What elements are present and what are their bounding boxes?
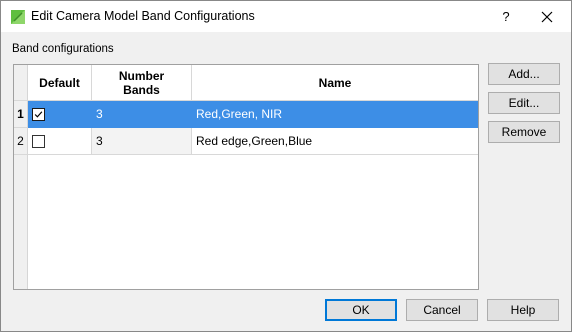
remove-button[interactable]: Remove <box>488 121 560 143</box>
column-header-number-bands[interactable]: Number Bands <box>92 65 192 101</box>
table-corner[interactable] <box>14 65 28 101</box>
window-title: Edit Camera Model Band Configurations <box>31 9 255 23</box>
default-cell[interactable] <box>28 101 92 128</box>
number-bands-cell[interactable]: 3 <box>92 128 192 155</box>
table-row[interactable]: 1 3 Red,Green, NIR <box>14 101 478 128</box>
number-bands-cell[interactable]: 3 <box>92 101 192 128</box>
column-header-number-bands-label: Number Bands <box>118 68 165 97</box>
column-header-default[interactable]: Default <box>28 65 92 101</box>
table-row[interactable]: 2 3 Red edge,Green,Blue <box>14 128 478 155</box>
title-bar: Edit Camera Model Band Configurations ? <box>1 1 571 32</box>
row-number[interactable]: 1 <box>14 101 28 128</box>
row-number[interactable]: 2 <box>14 128 28 155</box>
app-icon <box>11 10 25 24</box>
band-config-table[interactable]: Default Number Bands Name 1 3 Red,Green,… <box>13 64 479 290</box>
help-button[interactable]: Help <box>487 299 559 321</box>
cancel-button[interactable]: Cancel <box>406 299 478 321</box>
column-header-default-label: Default <box>39 75 80 90</box>
dialog-window: Edit Camera Model Band Configurations ? … <box>0 0 572 332</box>
ok-button[interactable]: OK <box>325 299 397 321</box>
add-button[interactable]: Add... <box>488 63 560 85</box>
column-header-name[interactable]: Name <box>192 65 478 101</box>
column-header-name-label: Name <box>318 75 352 90</box>
name-cell[interactable]: Red edge,Green,Blue <box>192 128 478 155</box>
edit-button[interactable]: Edit... <box>488 92 560 114</box>
help-icon[interactable]: ? <box>494 6 518 28</box>
group-label: Band configurations <box>12 43 114 55</box>
default-checkbox-checked[interactable] <box>32 108 45 121</box>
default-checkbox-unchecked[interactable] <box>32 135 45 148</box>
name-cell[interactable]: Red,Green, NIR <box>192 101 478 128</box>
close-icon[interactable] <box>533 6 561 28</box>
default-cell[interactable] <box>28 128 92 155</box>
